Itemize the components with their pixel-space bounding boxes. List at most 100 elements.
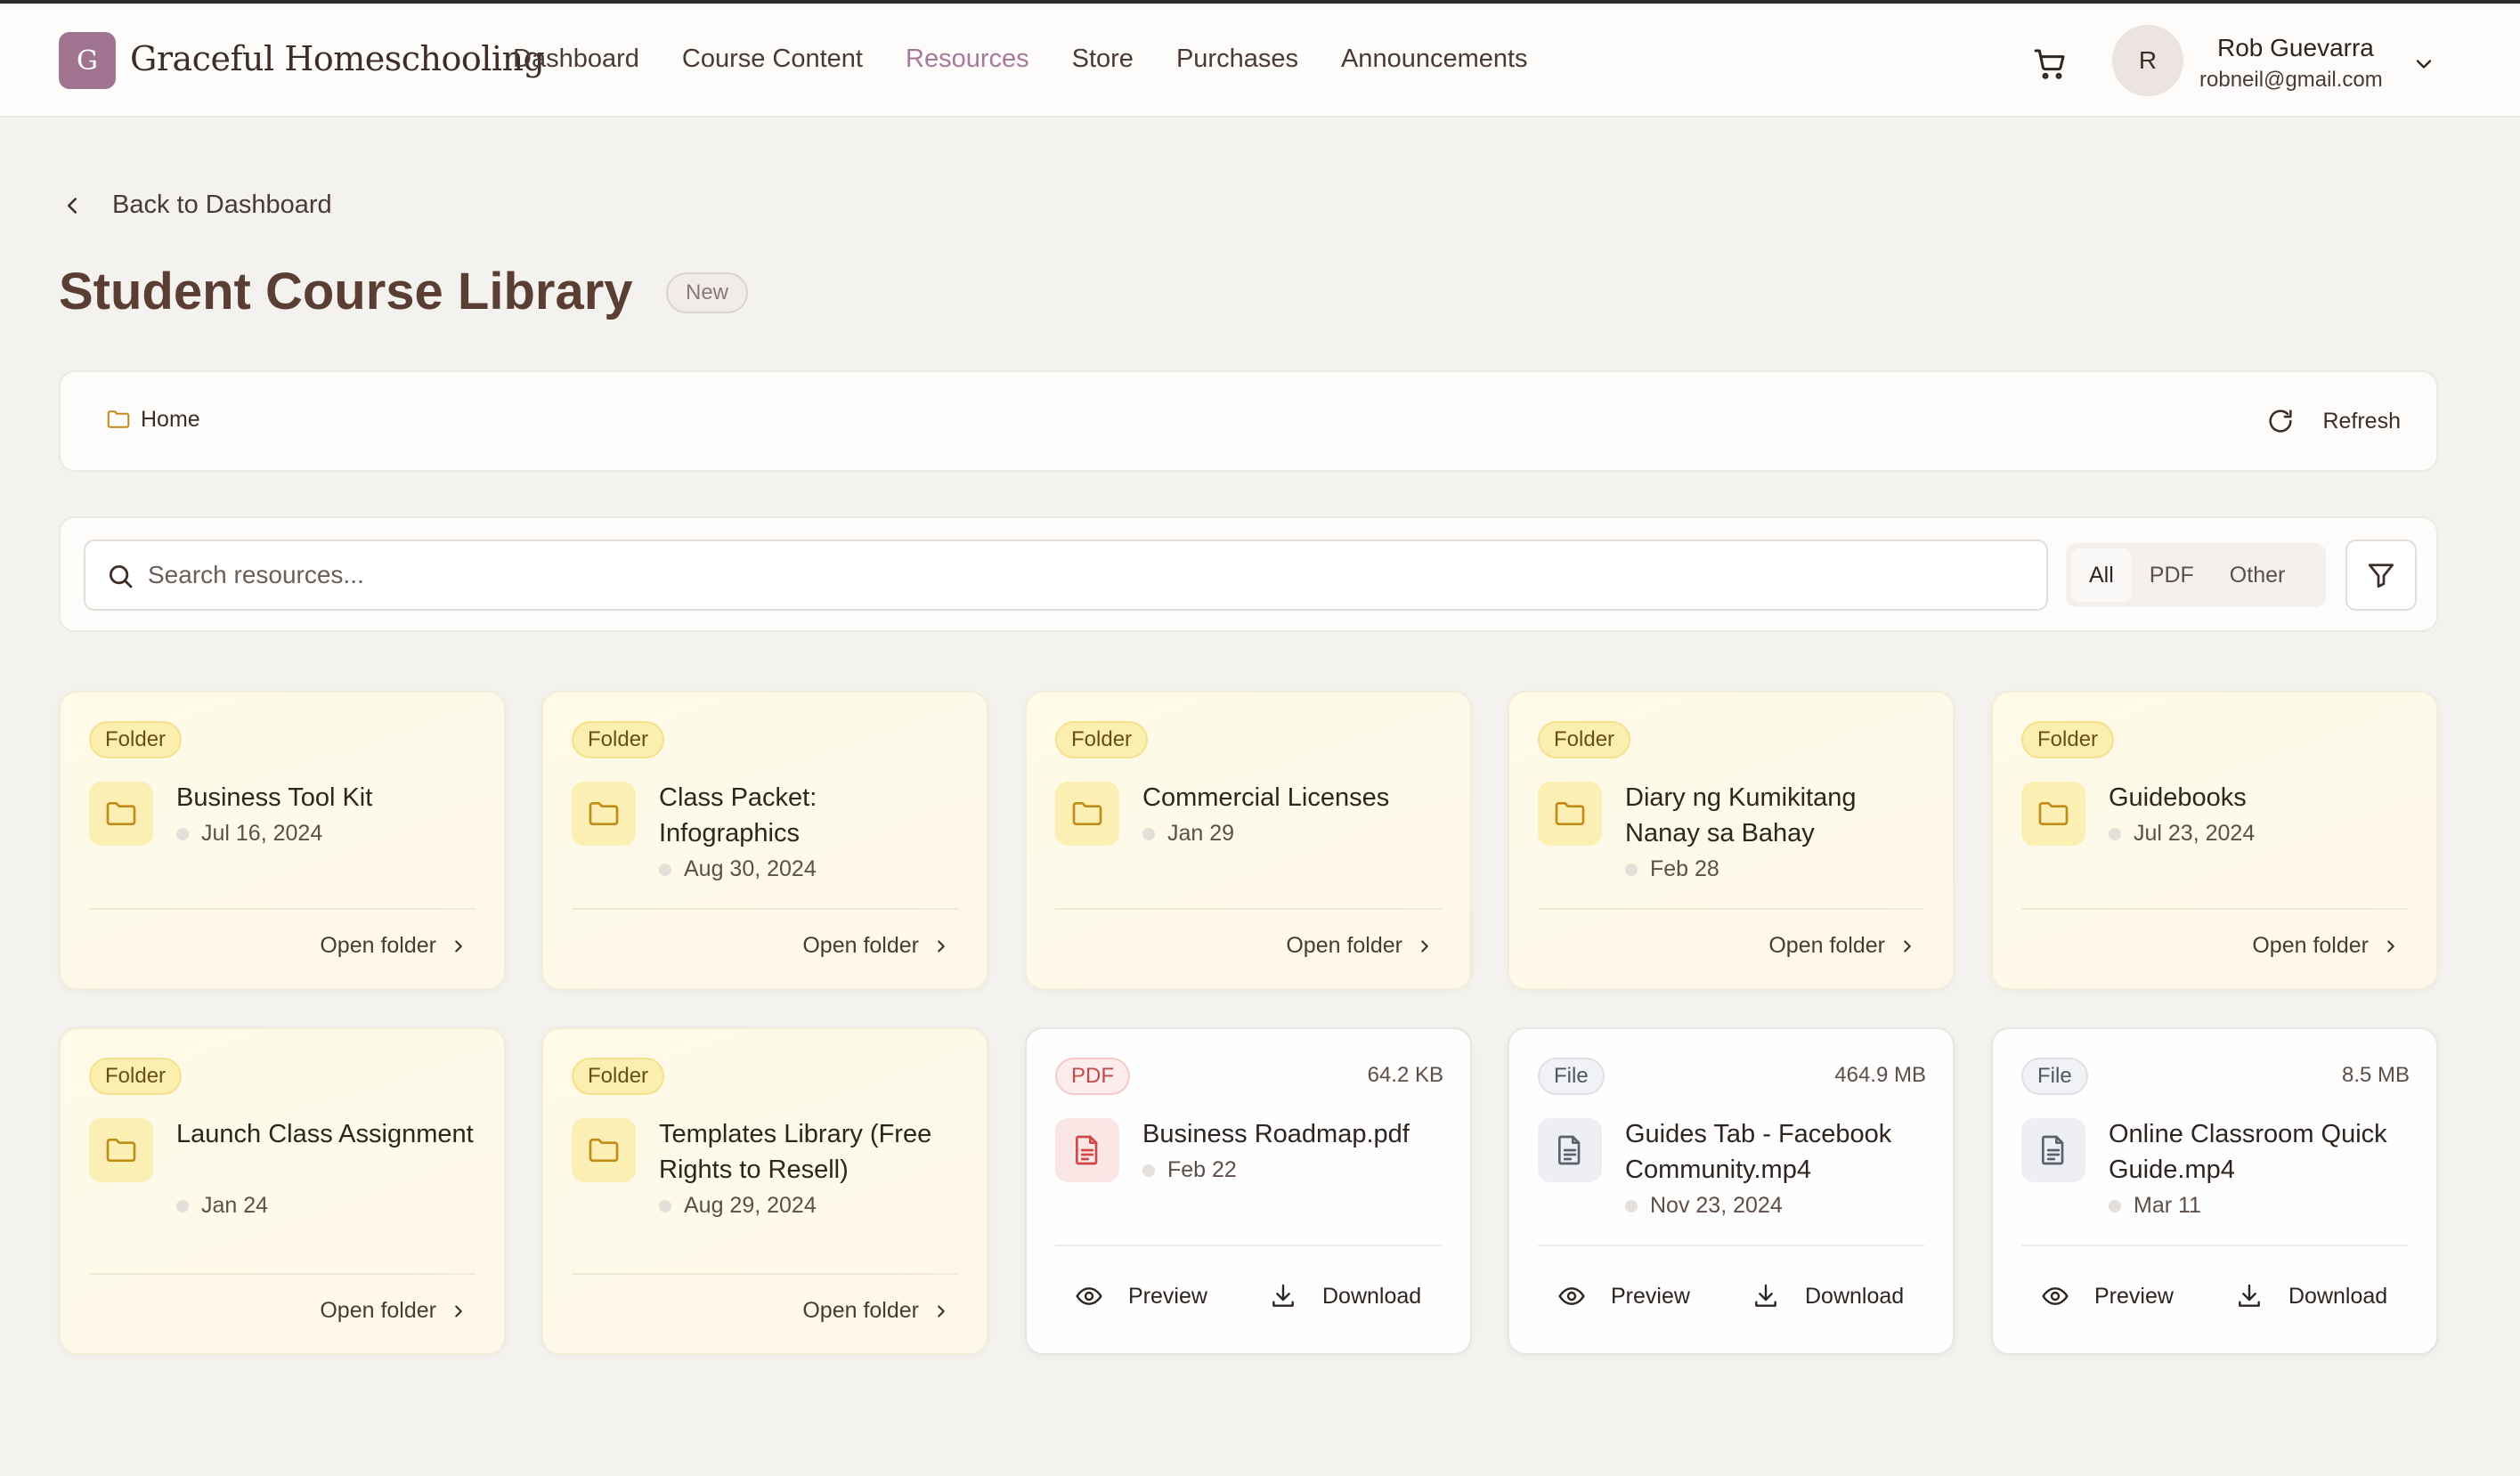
open-folder-link[interactable]: Open folder <box>2252 933 2401 959</box>
folder-date: Jan 29 <box>1142 821 1234 847</box>
folder-date: Jul 16, 2024 <box>176 821 322 847</box>
folder-icon <box>89 782 153 846</box>
file-card[interactable]: File 8.5 MB Online Classroom Quick Guide… <box>1991 1027 2438 1355</box>
chevron-down-icon[interactable] <box>2411 52 2436 77</box>
brand-logo[interactable]: G <box>59 32 116 89</box>
preview-button[interactable]: Preview <box>2041 1282 2174 1310</box>
nav-dashboard[interactable]: Dashboard <box>513 45 639 74</box>
nav-announcements[interactable]: Announcements <box>1341 45 1528 74</box>
folder-date: Aug 30, 2024 <box>659 856 817 882</box>
download-icon <box>1272 1284 1294 1307</box>
folder-name: Templates Library (Free Rights to Resell… <box>659 1120 932 1184</box>
open-folder-link[interactable]: Open folder <box>1286 933 1435 959</box>
file-date: Feb 22 <box>1142 1157 1237 1183</box>
folder-name: Class Packet: Infographics <box>659 783 817 847</box>
card-divider <box>2021 908 2408 910</box>
refresh-icon <box>2269 410 2293 433</box>
chevron-right-icon <box>938 1304 945 1318</box>
file-badge: File <box>2021 1058 2088 1095</box>
folder-date: Jul 23, 2024 <box>2109 821 2255 847</box>
folder-name: Business Tool Kit <box>176 783 373 812</box>
open-folder-link[interactable]: Open folder <box>802 1298 951 1324</box>
filter-pdf-tab[interactable]: PDF <box>2132 548 2212 602</box>
chevron-right-icon <box>455 939 462 953</box>
breadcrumb-bar: Home Refresh <box>59 370 2438 472</box>
folder-card[interactable]: Folder Commercial Licenses Jan 29 Open f… <box>1025 691 1472 990</box>
download-button[interactable]: Download <box>2235 1282 2387 1310</box>
folder-badge: Folder <box>572 721 665 758</box>
search-icon <box>109 564 133 588</box>
preview-button[interactable]: Preview <box>1557 1282 1690 1310</box>
folder-card[interactable]: Folder Diary ng Kumikitang Nanay sa Baha… <box>1508 691 1955 990</box>
preview-button[interactable]: Preview <box>1075 1282 1207 1310</box>
chevron-right-icon <box>938 939 945 953</box>
download-icon <box>1755 1284 1776 1307</box>
folder-badge: Folder <box>89 721 183 758</box>
chevron-right-icon <box>1904 939 1911 953</box>
file-size: 64.2 KB <box>1367 1063 1443 1087</box>
download-button[interactable]: Download <box>1269 1282 1421 1310</box>
open-folder-link[interactable]: Open folder <box>320 933 468 959</box>
nav-purchases[interactable]: Purchases <box>1176 45 1298 74</box>
folder-card[interactable]: Folder Templates Library (Free Rights to… <box>541 1027 988 1355</box>
file-date: Nov 23, 2024 <box>1625 1193 1783 1219</box>
nav-store[interactable]: Store <box>1072 45 1134 74</box>
chevron-right-icon <box>2387 939 2394 953</box>
folder-icon <box>2021 782 2085 846</box>
cart-icon[interactable] <box>2032 46 2068 82</box>
nav-course-content[interactable]: Course Content <box>682 45 863 74</box>
file-badge: File <box>1538 1058 1605 1095</box>
folder-badge: Folder <box>1538 721 1631 758</box>
main-nav: Dashboard Course Content Resources Store… <box>513 45 1528 74</box>
brand-name[interactable]: Graceful Homeschooling <box>130 39 545 78</box>
user-email: robneil@gmail.com <box>2199 68 2383 92</box>
folder-card[interactable]: Folder Guidebooks Jul 23, 2024 Open fold… <box>1991 691 2438 990</box>
folder-icon <box>89 1118 153 1182</box>
folder-date: Jan 24 <box>176 1193 268 1219</box>
breadcrumb-home[interactable]: Home <box>103 406 200 433</box>
folder-badge: Folder <box>89 1058 183 1095</box>
file-card[interactable]: File 464.9 MB Guides Tab - Facebook Comm… <box>1508 1027 1955 1355</box>
folder-date: Aug 29, 2024 <box>659 1193 817 1219</box>
search-input[interactable] <box>148 541 2036 609</box>
file-name: Business Roadmap.pdf <box>1142 1120 1410 1148</box>
folder-icon <box>572 1118 636 1182</box>
card-divider <box>1538 1245 1924 1246</box>
document-icon <box>1538 1118 1602 1182</box>
eye-icon <box>1558 1287 1585 1305</box>
folder-icon <box>107 410 130 428</box>
page-title: Student Course Library <box>59 263 633 320</box>
open-folder-link[interactable]: Open folder <box>320 1298 468 1324</box>
new-badge: New <box>666 272 749 313</box>
pdf-card[interactable]: PDF 64.2 KB Business Roadmap.pdf Feb 22 … <box>1025 1027 1472 1355</box>
search-toolbar: All PDF Other <box>59 516 2438 632</box>
card-divider <box>1538 908 1924 910</box>
pdf-badge: PDF <box>1055 1058 1130 1095</box>
download-button[interactable]: Download <box>1752 1282 1904 1310</box>
refresh-button[interactable]: Refresh <box>2265 406 2401 436</box>
open-folder-link[interactable]: Open folder <box>802 933 951 959</box>
open-folder-link[interactable]: Open folder <box>1768 933 1917 959</box>
filter-button[interactable] <box>2345 539 2417 611</box>
folder-icon <box>1538 782 1602 846</box>
nav-resources[interactable]: Resources <box>906 45 1029 74</box>
filter-other-tab[interactable]: Other <box>2212 548 2304 602</box>
file-date: Mar 11 <box>2109 1193 2201 1219</box>
user-avatar[interactable]: R <box>2112 25 2183 96</box>
eye-icon <box>2042 1287 2069 1305</box>
file-name: Online Classroom Quick Guide.mp4 <box>2109 1120 2387 1184</box>
document-icon <box>2021 1118 2085 1182</box>
search-field[interactable] <box>84 539 2048 611</box>
file-size: 464.9 MB <box>1834 1063 1926 1087</box>
user-name[interactable]: Rob Guevarra <box>2217 34 2374 62</box>
chevron-left-icon <box>68 197 77 214</box>
card-divider <box>89 908 476 910</box>
file-name: Guides Tab - Facebook Community.mp4 <box>1625 1120 1892 1184</box>
folder-card[interactable]: Folder Business Tool Kit Jul 16, 2024 Op… <box>59 691 506 990</box>
folder-card[interactable]: Folder Class Packet: Infographics Aug 30… <box>541 691 988 990</box>
file-size: 8.5 MB <box>2341 1063 2410 1087</box>
folder-card[interactable]: Folder Launch Class Assignment Jan 24 Op… <box>59 1027 506 1355</box>
chevron-right-icon <box>1421 939 1428 953</box>
filter-all-tab[interactable]: All <box>2071 548 2132 602</box>
back-to-dashboard-link[interactable]: Back to Dashboard <box>59 191 332 220</box>
